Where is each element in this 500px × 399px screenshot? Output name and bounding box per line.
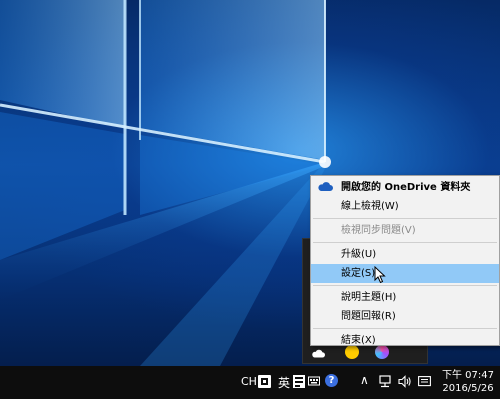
taskbar: CH 英 ? ∧ 下午 07:47 2016/5/26 xyxy=(0,366,500,399)
menu-item-report-problem[interactable]: 問題回報(R) xyxy=(311,307,499,326)
menu-item-label: 升級(U) xyxy=(341,249,377,260)
cloud-icon xyxy=(318,182,333,191)
menu-item-open-onedrive-folder[interactable]: 開啟您的 OneDrive 資料夾 xyxy=(311,178,499,197)
menu-separator xyxy=(313,242,497,243)
clock-date: 2016/5/26 xyxy=(442,383,494,394)
show-hidden-icons-button[interactable]: ∧ xyxy=(360,373,369,387)
menu-item-label: 說明主題(H) xyxy=(341,292,397,303)
menu-item-label: 設定(S) xyxy=(341,268,376,279)
system-clock[interactable]: 下午 07:47 2016/5/26 xyxy=(436,369,500,395)
menu-item-help-topics[interactable]: 說明主題(H) xyxy=(311,288,499,307)
onedrive-context-menu: 開啟您的 OneDrive 資料夾 線上檢視(W) 檢視同步問題(V) 升級(U… xyxy=(310,175,500,346)
menu-item-upgrade[interactable]: 升級(U) xyxy=(311,245,499,264)
message-icon[interactable] xyxy=(418,376,431,388)
ime-tool-icon[interactable] xyxy=(293,375,305,388)
help-icon[interactable]: ? xyxy=(325,374,338,387)
menu-item-settings[interactable]: 設定(S) xyxy=(311,264,499,283)
menu-item-exit[interactable]: 結束(X) xyxy=(311,331,499,350)
menu-separator xyxy=(313,285,497,286)
menu-item-view-sync-problems: 檢視同步問題(V) xyxy=(311,221,499,240)
speaker-icon[interactable] xyxy=(398,375,412,388)
ime-pad-icon[interactable] xyxy=(258,375,271,388)
ime-keyboard-icon[interactable] xyxy=(308,375,320,387)
menu-separator xyxy=(313,218,497,219)
ime-mode-indicator[interactable]: CH xyxy=(241,375,257,388)
clock-time: 下午 07:47 xyxy=(442,370,494,381)
menu-item-label: 檢視同步問題(V) xyxy=(341,225,416,236)
ime-language-indicator[interactable]: 英 xyxy=(278,374,290,391)
menu-item-label: 結束(X) xyxy=(341,335,376,346)
network-icon[interactable] xyxy=(378,375,392,388)
menu-item-label: 問題回報(R) xyxy=(341,311,396,322)
menu-item-label: 開啟您的 OneDrive 資料夾 xyxy=(341,182,471,193)
menu-item-view-online[interactable]: 線上檢視(W) xyxy=(311,197,499,216)
menu-item-label: 線上檢視(W) xyxy=(341,201,399,212)
menu-separator xyxy=(313,328,497,329)
pointer-arrow-icon xyxy=(374,266,386,284)
